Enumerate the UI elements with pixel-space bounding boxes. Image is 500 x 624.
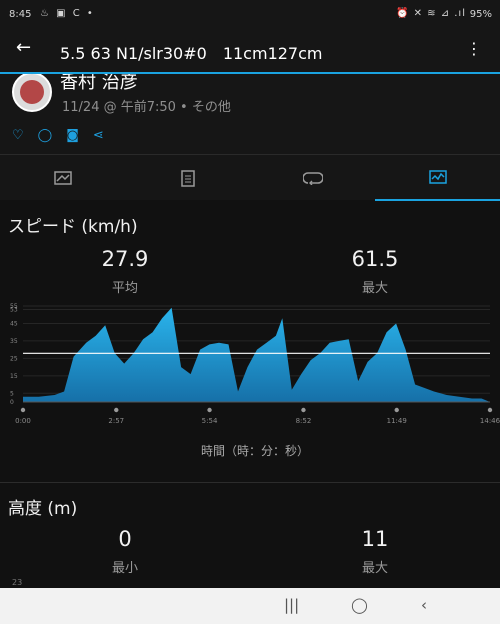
speed-average-label: 平均: [111, 281, 138, 296]
tab-details[interactable]: [125, 155, 250, 201]
x-tick-label: 8:52: [296, 417, 312, 425]
battery-percent: 95%: [469, 9, 492, 20]
activity-header: 香村 治彦 11/24 @ 午前7:50 • その他 ♡ ◯ ◙ ⋖: [0, 74, 500, 154]
speed-section-title: スピード (km/h): [8, 217, 138, 237]
elevation-min-value: 0: [118, 527, 132, 551]
back-icon[interactable]: ‹: [421, 596, 427, 614]
speed-max-value: 61.5: [351, 247, 399, 271]
camera-icon[interactable]: ◙: [66, 128, 79, 143]
app-bar: ← 5.5 63 N1/slr30#0 11cm127cm ⋮: [0, 30, 500, 72]
more-vert-icon[interactable]: ⋮: [466, 39, 482, 58]
section-divider: [0, 482, 500, 483]
status-bar: 8:45 ♨ ▣ C • ⏰ ✕ ≋ ⊿ .ıl 95%: [0, 0, 500, 30]
y-tick-label: 25: [10, 355, 18, 362]
tab-charts[interactable]: [375, 155, 500, 201]
activity-meta: 11/24 @ 午前7:50 • その他: [62, 100, 231, 115]
notification-icons: ♨ ▣ C •: [40, 8, 95, 19]
x-tick-marker: [207, 407, 212, 413]
chart-icon: [428, 170, 447, 184]
y-tick-label: 15: [10, 373, 18, 380]
tab-map[interactable]: [0, 155, 125, 201]
y-tick-label: 53: [10, 306, 18, 313]
speed-area-series: [23, 307, 490, 402]
map-icon: [53, 171, 72, 185]
x-tick-marker: [114, 407, 119, 413]
speed-max-label: 最大: [361, 281, 388, 296]
x-tick-label: 11:49: [387, 417, 407, 425]
system-status-icons: ⏰ ✕ ≋ ⊿ .ıl: [395, 8, 466, 19]
x-tick-marker: [487, 407, 493, 413]
system-nav-bar: ||| ◯ ‹: [0, 588, 500, 624]
y-tick-label: 35: [10, 338, 18, 345]
elevation-chart-top-tick: 23: [12, 578, 23, 587]
x-tick-label: 14:46: [480, 417, 500, 425]
loop-icon: [302, 172, 323, 185]
elevation-max-label: 最大: [361, 561, 388, 576]
y-tick-label: 0: [10, 399, 14, 406]
speed-chart[interactable]: 555345352515500:00 2:57 5:54 8:52 11:49 14:46: [0, 296, 500, 466]
speed-chart-x-label: 時間（時：分：秒）: [200, 444, 309, 458]
x-tick-marker: [301, 407, 306, 413]
share-icon[interactable]: ⋖: [93, 128, 104, 143]
elevation-section-title: 高度 (m): [8, 499, 78, 519]
avatar[interactable]: [12, 74, 52, 112]
comment-icon[interactable]: ◯: [38, 128, 53, 143]
y-tick-label: 45: [10, 320, 18, 327]
document-icon: [180, 169, 195, 187]
social-actions: ♡ ◯ ◙ ⋖: [12, 128, 104, 143]
x-tick-marker: [394, 407, 399, 413]
heart-icon[interactable]: ♡: [12, 128, 24, 143]
activity-title: 5.5 63 N1/slr30#0 11cm127cm: [60, 44, 323, 63]
recents-icon[interactable]: |||: [284, 596, 299, 614]
home-icon[interactable]: ◯: [351, 596, 368, 614]
x-tick-label: 2:57: [108, 417, 124, 425]
x-tick-marker: [20, 407, 26, 413]
elevation-max-value: 11: [361, 527, 389, 551]
y-tick-label: 5: [10, 390, 14, 397]
arrow-left-icon[interactable]: ←: [16, 37, 31, 58]
x-tick-label: 5:54: [202, 417, 218, 425]
avatar-image: [20, 80, 44, 104]
x-tick-label: 0:00: [15, 417, 31, 425]
tab-laps[interactable]: [250, 155, 375, 201]
user-name: 香村 治彦: [60, 74, 138, 93]
status-time: 8:45: [9, 9, 32, 20]
speed-average-value: 27.9: [101, 247, 149, 271]
activity-tabs: [0, 154, 500, 201]
elevation-min-label: 最小: [111, 561, 138, 576]
